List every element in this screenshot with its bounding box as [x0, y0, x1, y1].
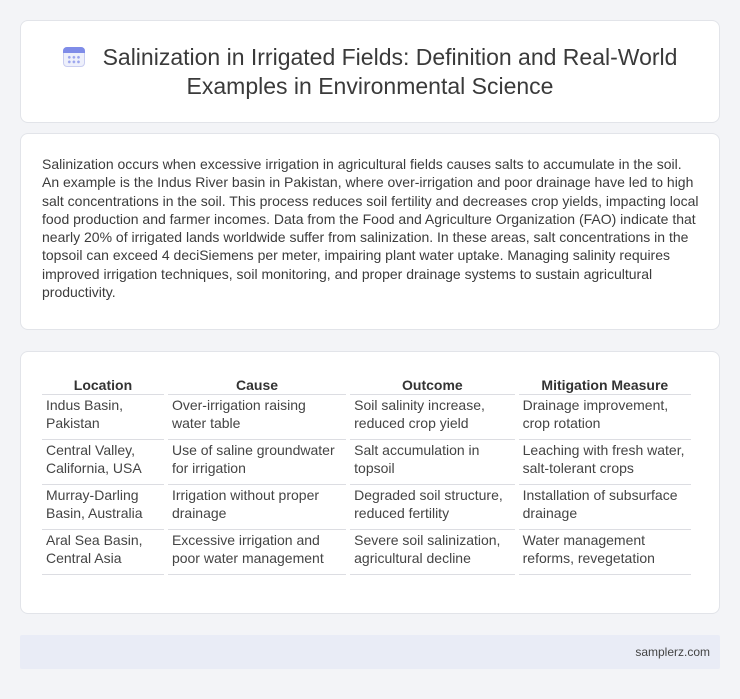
table-cell: Salt accumulation in topsoil [350, 440, 515, 485]
examples-table: Location Cause Outcome Mitigation Measur… [38, 374, 695, 575]
table-cell: Use of saline groundwater for irrigation [167, 440, 347, 485]
column-header-location: Location [42, 374, 164, 395]
table-cell: Drainage improvement, crop rotation [518, 395, 691, 440]
table-cell: Degraded soil structure, reduced fertili… [350, 485, 515, 530]
table-cell: Central Valley, California, USA [42, 440, 164, 485]
table-cell: Soil salinity increase, reduced crop yie… [350, 395, 515, 440]
examples-table-card: Location Cause Outcome Mitigation Measur… [20, 351, 720, 614]
table-row: Murray-Darling Basin, Australia Irrigati… [42, 485, 691, 530]
table-cell: Indus Basin, Pakistan [42, 395, 164, 440]
column-header-outcome: Outcome [350, 374, 515, 395]
table-row: Central Valley, California, USA Use of s… [42, 440, 691, 485]
footer-site-link[interactable]: samplerz.com [635, 645, 710, 659]
table-cell: Aral Sea Basin, Central Asia [42, 530, 164, 575]
calendar-icon [62, 45, 85, 67]
table-row: Aral Sea Basin, Central Asia Excessive i… [42, 530, 691, 575]
title-line-2: Examples in Environmental Science [186, 73, 554, 99]
table-cell: Leaching with fresh water, salt-tolerant… [518, 440, 691, 485]
table-cell: Excessive irrigation and poor water mana… [167, 530, 347, 575]
column-header-mitigation: Mitigation Measure [518, 374, 691, 395]
column-header-cause: Cause [167, 374, 347, 395]
table-cell: Installation of subsurface drainage [518, 485, 691, 530]
description-card: Salinization occurs when excessive irrig… [20, 133, 720, 330]
description-paragraph: Salinization occurs when excessive irrig… [42, 156, 699, 301]
header-card: Salinization in Irrigated Fields: Defini… [20, 20, 720, 123]
page-title: Salinization in Irrigated Fields: Defini… [21, 43, 719, 101]
table-cell: Water management reforms, revegetation [518, 530, 691, 575]
table-cell: Irrigation without proper drainage [167, 485, 347, 530]
title-line-1: Salinization in Irrigated Fields: Defini… [102, 44, 678, 70]
table-cell: Severe soil salinization, agricultural d… [350, 530, 515, 575]
table-header-row: Location Cause Outcome Mitigation Measur… [42, 374, 691, 395]
table-row: Indus Basin, Pakistan Over-irrigation ra… [42, 395, 691, 440]
table-cell: Over-irrigation raising water table [167, 395, 347, 440]
table-cell: Murray-Darling Basin, Australia [42, 485, 164, 530]
footer: samplerz.com [20, 635, 720, 669]
